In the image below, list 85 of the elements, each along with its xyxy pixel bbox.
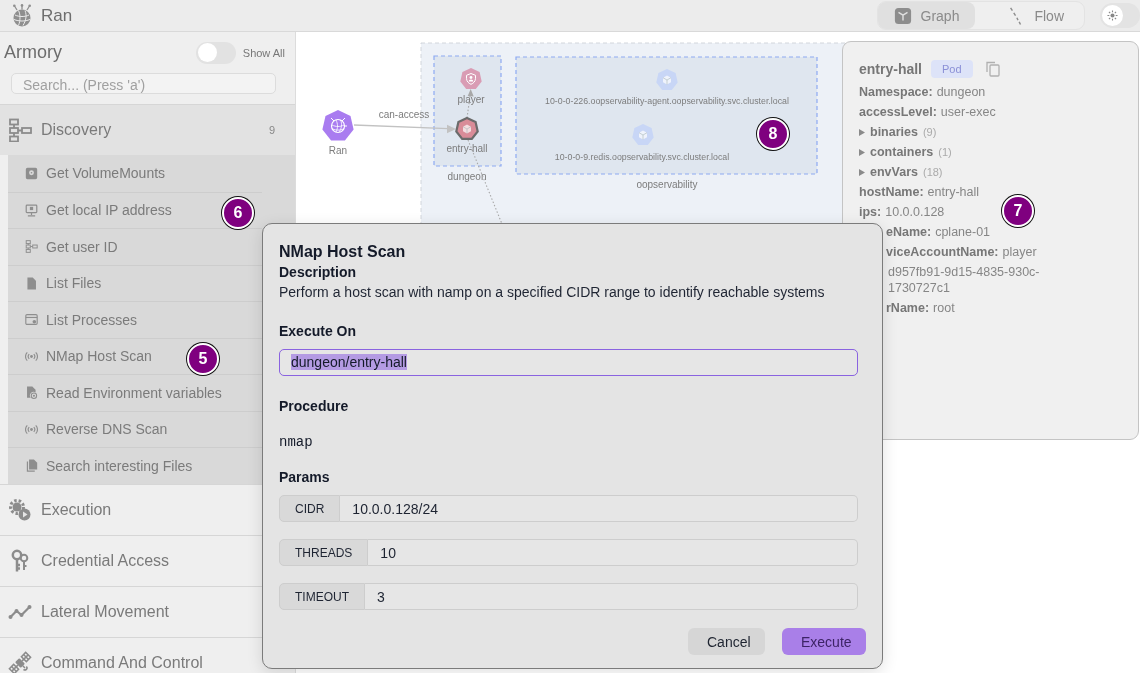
property-value: entry-hall bbox=[927, 184, 979, 200]
description-text: Perform a host scan with namp on a specified CIDR range to identify reachable systems bbox=[279, 283, 826, 302]
cube-icon bbox=[638, 130, 648, 140]
param-field[interactable]: 10.0.0.128/24 bbox=[340, 495, 858, 522]
drive-icon bbox=[25, 166, 38, 180]
item-count: (1) bbox=[938, 145, 952, 160]
param-name: TIMEOUT bbox=[279, 583, 365, 610]
node-label: 10-0-0-9.redis.oopservability.svc.cluster.local bbox=[554, 152, 730, 162]
param-field[interactable]: 10 bbox=[368, 539, 858, 566]
property-key: rName: bbox=[886, 300, 930, 316]
property-value: root bbox=[933, 300, 955, 316]
property-key: Namespace: bbox=[859, 84, 933, 100]
search-field[interactable]: Search... (Press 'a') bbox=[11, 73, 276, 94]
graph-node[interactable] bbox=[322, 110, 354, 141]
category-header[interactable]: Execution bbox=[0, 483, 262, 535]
branch-square-icon bbox=[893, 6, 912, 25]
window-icon bbox=[25, 313, 38, 327]
property-value: cplane-01 bbox=[935, 224, 991, 240]
person-shield-icon bbox=[466, 73, 476, 85]
hierarchy-icon bbox=[8, 118, 32, 142]
section-heading: Procedure bbox=[279, 397, 350, 416]
show-all-label: Show All bbox=[242, 46, 285, 59]
execute-button[interactable]: Execute bbox=[782, 628, 866, 655]
theme-toggle[interactable] bbox=[1100, 3, 1140, 28]
broadcast-icon bbox=[25, 349, 38, 363]
technique-item[interactable]: List Files bbox=[8, 264, 262, 301]
view-tab[interactable]: Graph bbox=[877, 2, 976, 29]
collection-toggle[interactable]: envVars bbox=[859, 164, 918, 180]
view-tab[interactable]: Flow bbox=[991, 2, 1080, 29]
type-tag: Pod bbox=[931, 60, 973, 78]
property-value: dungeon bbox=[936, 84, 986, 100]
dialog-title: NMap Host Scan bbox=[279, 242, 407, 262]
graph-node[interactable] bbox=[460, 68, 482, 89]
cancel-button[interactable]: Cancel bbox=[688, 628, 765, 655]
procedure-value: nmap bbox=[279, 433, 314, 452]
cube-icon bbox=[662, 75, 672, 85]
graph-node[interactable] bbox=[455, 116, 479, 140]
property-value: player bbox=[1002, 244, 1037, 260]
monitor-icon bbox=[25, 203, 38, 217]
satellite-icon bbox=[8, 650, 32, 673]
technique-item[interactable]: Search interesting Files bbox=[8, 447, 262, 484]
property-key: ips: bbox=[859, 204, 882, 220]
node-label: entry-hall bbox=[446, 143, 488, 154]
property-value: user-exec bbox=[940, 104, 996, 120]
edge-label: can-access bbox=[378, 109, 430, 120]
sun-icon bbox=[1107, 10, 1118, 21]
node-label: Ran bbox=[328, 145, 348, 156]
globe-icon bbox=[10, 3, 34, 28]
section-heading: Execute On bbox=[279, 322, 358, 341]
section-heading: Params bbox=[279, 468, 331, 487]
cube-icon bbox=[462, 124, 472, 134]
category-header[interactable]: Command And Control bbox=[0, 636, 262, 673]
node-label: player bbox=[457, 94, 485, 105]
technique-item[interactable]: Get VolumeMounts bbox=[8, 155, 262, 192]
app-title: Ran bbox=[41, 5, 73, 26]
node-label: 10-0-0-226.oopservability-agent.oopservability.svc.cluster.local bbox=[545, 96, 789, 106]
group-label: oopservability bbox=[636, 179, 698, 190]
copy-icon[interactable] bbox=[985, 61, 1000, 77]
param-field[interactable]: 3 bbox=[365, 583, 858, 610]
node-title: entry-hall bbox=[859, 61, 922, 77]
property-key: viceAccountName: bbox=[886, 244, 999, 260]
param-name: THREADS bbox=[279, 539, 369, 566]
document-eye-icon bbox=[25, 386, 38, 400]
property-key: accessLevel: bbox=[859, 104, 937, 120]
section-heading: Description bbox=[279, 263, 357, 282]
execute-on-field[interactable]: dungeon/entry-hall bbox=[279, 349, 858, 376]
broadcast-icon bbox=[25, 422, 38, 436]
item-count: (9) bbox=[922, 125, 937, 140]
gear-play-icon bbox=[8, 497, 32, 522]
show-all-toggle[interactable] bbox=[195, 41, 236, 64]
documents-icon bbox=[25, 459, 38, 473]
group-label: dungeon bbox=[447, 171, 487, 182]
item-count: (18) bbox=[922, 165, 943, 180]
collection-toggle[interactable]: containers bbox=[859, 144, 934, 160]
property-key: eName: bbox=[886, 224, 932, 240]
property-key: hostName: bbox=[859, 184, 924, 200]
globe-icon bbox=[330, 117, 348, 134]
item-count: 9 bbox=[268, 124, 275, 136]
document-icon bbox=[25, 276, 38, 290]
param-name: CIDR bbox=[279, 495, 341, 522]
property-value: 10.0.0.128 bbox=[885, 204, 945, 220]
hierarchy-icon bbox=[25, 240, 38, 254]
sidebar-title: Armory bbox=[4, 42, 62, 63]
collection-toggle[interactable]: binaries bbox=[859, 124, 918, 140]
category-header[interactable]: Discovery 9 bbox=[0, 104, 295, 155]
